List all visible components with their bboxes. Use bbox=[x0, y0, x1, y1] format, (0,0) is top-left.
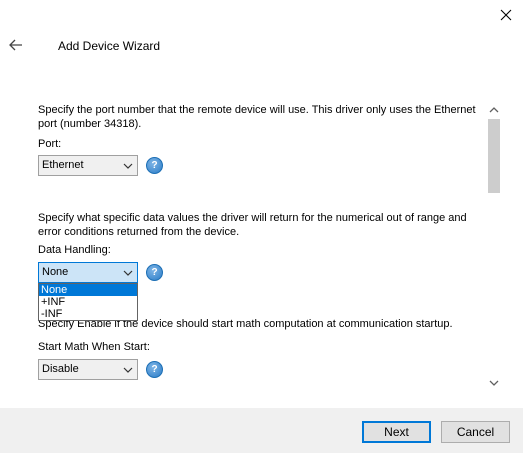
chevron-down-icon bbox=[123, 163, 133, 169]
port-select[interactable]: Ethernet bbox=[38, 155, 138, 176]
data-handling-help-icon[interactable]: ? bbox=[146, 264, 163, 281]
data-handling-dropdown-list: None +INF -INF bbox=[38, 283, 138, 321]
wizard-title: Add Device Wizard bbox=[58, 39, 161, 53]
dropdown-option-plus-inf[interactable]: +INF bbox=[39, 296, 137, 308]
math-label: Start Math When Start: bbox=[38, 341, 150, 353]
next-button[interactable]: Next bbox=[362, 421, 431, 443]
port-description-line2: port (number 34318). bbox=[38, 118, 142, 130]
port-label: Port: bbox=[38, 138, 62, 150]
math-help-icon[interactable]: ? bbox=[146, 361, 163, 378]
start-math-select[interactable]: Disable bbox=[38, 359, 138, 380]
scroll-down-icon[interactable] bbox=[487, 376, 501, 390]
scroll-up-icon[interactable] bbox=[487, 103, 501, 117]
close-icon[interactable] bbox=[497, 6, 515, 24]
chevron-down-icon bbox=[123, 270, 133, 276]
data-handling-label: Data Handling: bbox=[38, 244, 111, 256]
scrollbar-thumb[interactable] bbox=[488, 119, 500, 193]
data-handling-description-line1: Specify what specific data values the dr… bbox=[38, 212, 467, 224]
port-description-line1: Specify the port number that the remote … bbox=[38, 104, 476, 116]
start-math-select-value: Disable bbox=[42, 363, 79, 375]
data-handling-description-line2: error conditions returned from the devic… bbox=[38, 226, 240, 238]
dropdown-option-minus-inf[interactable]: -INF bbox=[39, 308, 137, 320]
port-help-icon[interactable]: ? bbox=[146, 157, 163, 174]
chevron-down-icon bbox=[123, 367, 133, 373]
port-select-value: Ethernet bbox=[42, 159, 84, 171]
dropdown-option-none[interactable]: None bbox=[39, 284, 137, 296]
cancel-button[interactable]: Cancel bbox=[441, 421, 510, 443]
data-handling-select-value: None bbox=[42, 266, 69, 278]
back-arrow-icon[interactable] bbox=[7, 36, 25, 54]
data-handling-select[interactable]: None bbox=[38, 262, 138, 283]
